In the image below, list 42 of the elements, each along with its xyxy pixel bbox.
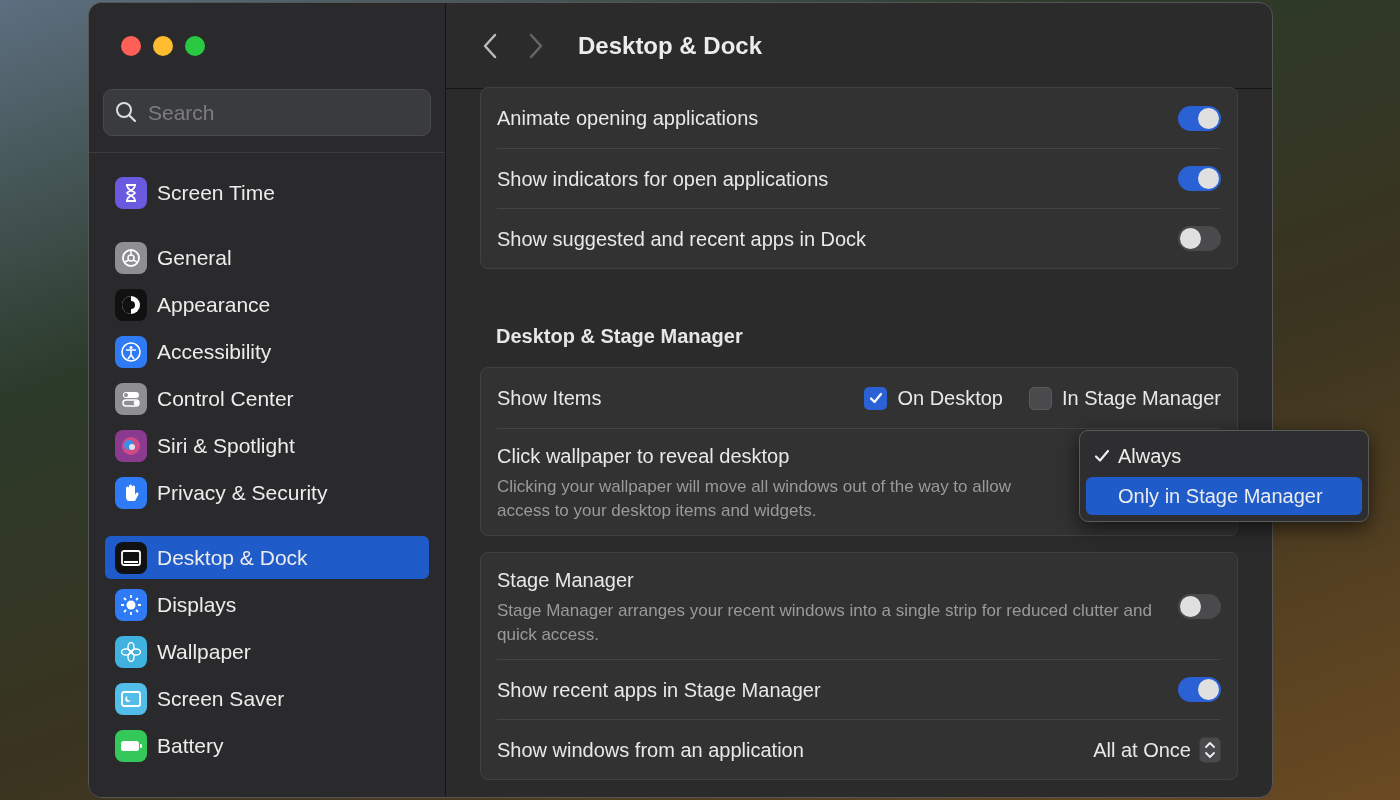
toggle-switch[interactable] [1178, 166, 1221, 191]
setting-label: Show Items [497, 386, 602, 411]
popup-button[interactable]: All at Once [1093, 734, 1221, 765]
zoom-button[interactable] [185, 36, 205, 56]
sidebar-item[interactable]: Screen Time [105, 171, 429, 214]
checkbox[interactable]: In Stage Manager [1029, 383, 1221, 413]
menu-item[interactable]: Always [1086, 437, 1362, 475]
sidebar-item[interactable]: Accessibility [105, 330, 429, 373]
up-down-chevron-icon [1199, 736, 1221, 763]
sidebar-item[interactable]: Screen Saver [105, 677, 429, 720]
setting-description: Stage Manager arranges your recent windows into a single strip for reduced clutter and quick access. [497, 600, 1153, 646]
section-heading: Desktop & Stage Manager [496, 324, 744, 349]
sidebar-item[interactable]: General [105, 236, 429, 279]
sidebar-item[interactable]: Desktop & Dock [105, 536, 429, 579]
sidebar-item[interactable]: Privacy & Security [105, 471, 429, 514]
setting-label: Animate opening applications [497, 106, 759, 131]
toggle-switch[interactable] [1178, 226, 1221, 251]
search-icon [115, 101, 137, 123]
setting-label: Show suggested and recent apps in Dock [497, 226, 867, 252]
setting-label: Click wallpaper to reveal desktop [497, 444, 790, 469]
setting-label: Show windows from an application [497, 737, 804, 763]
toggle-switch[interactable] [1178, 105, 1221, 131]
setting-label: Show recent apps in Stage Manager [497, 677, 821, 703]
checkmark-icon [1094, 448, 1110, 464]
toggle-switch[interactable] [1178, 593, 1221, 619]
close-button[interactable] [121, 36, 141, 56]
checkmark-icon [867, 390, 884, 406]
sidebar-item[interactable]: Battery [105, 724, 429, 767]
sidebar-item[interactable]: Appearance [105, 283, 429, 326]
sidebar-item[interactable]: Control Center [105, 377, 429, 420]
checkbox[interactable]: On Desktop [864, 383, 1003, 413]
minimize-button[interactable] [153, 36, 173, 56]
toggle-switch[interactable] [1178, 677, 1221, 702]
sidebar-item[interactable]: Displays [105, 583, 429, 626]
setting-description: Clicking your wallpaper will move all windows out of the way to allow access to your desktop items and widgets. [497, 476, 1012, 522]
search-field[interactable]: Search [103, 89, 431, 136]
sidebar-item[interactable]: Wallpaper [105, 630, 429, 673]
window-title: Desktop & Dock [578, 30, 763, 61]
setting-label: Show indicators for open applications [497, 166, 829, 192]
menu-item[interactable]: Only in Stage Manager [1086, 477, 1362, 515]
setting-label: Stage Manager [497, 568, 634, 593]
sidebar-item[interactable]: Siri & Spotlight [105, 424, 429, 467]
